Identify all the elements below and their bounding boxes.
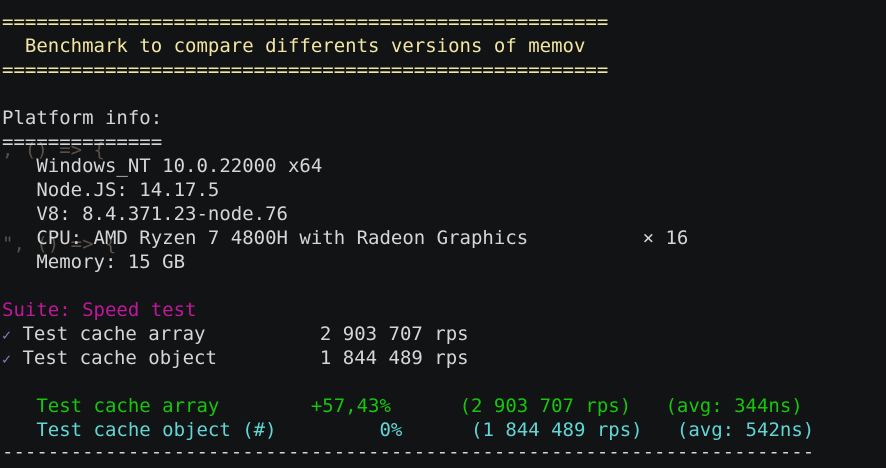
platform-cpu: CPU: AMD Ryzen 7 4800H with Radeon Graph… [2, 227, 689, 249]
summary-delta: +57,43% [219, 395, 391, 417]
platform-v8: V8: 8.4.371.23-node.76 [2, 203, 288, 225]
summary-name: Test cache array [2, 395, 220, 417]
footer-rule: ----------------------------------------… [2, 441, 815, 463]
result-row-cache-array: ✓ Test cache array 2 903 707 rps [2, 322, 469, 346]
summary-row-cache-array: Test cache array +57,43% (2 903 707 rps)… [2, 394, 803, 418]
summary-avg: (avg: 542ns) [642, 419, 815, 441]
result-row-cache-object: ✓ Test cache object 1 844 489 rps [2, 346, 469, 370]
summary-rps: (1 844 489 rps) [402, 419, 643, 441]
benchmark-title: Benchmark to compare differents versions… [2, 35, 586, 57]
result-text: Test cache array 2 903 707 rps [11, 323, 469, 345]
result-text: Test cache object 1 844 489 rps [11, 347, 469, 369]
terminal-window: ========================================… [0, 0, 886, 468]
check-icon: ✓ [2, 326, 12, 344]
platform-memory: Memory: 15 GB [2, 251, 186, 273]
header-rule-bottom: ========================================… [2, 59, 609, 81]
header-rule-top: ========================================… [2, 11, 609, 33]
platform-os: Windows_NT 10.0.22000 x64 [2, 155, 323, 177]
platform-rule: ============== [2, 131, 163, 153]
summary-avg: (avg: 344ns) [631, 395, 803, 417]
platform-heading: Platform info: [2, 107, 163, 129]
check-icon: ✓ [2, 350, 12, 368]
summary-row-cache-object: Test cache object (#) 0% (1 844 489 rps)… [2, 418, 814, 442]
suite-heading: Suite: Speed test [2, 299, 197, 321]
summary-name: Test cache object (#) [2, 419, 277, 441]
platform-node: Node.JS: 14.17.5 [2, 179, 220, 201]
summary-rps: (2 903 707 rps) [390, 395, 632, 417]
summary-delta: 0% [276, 419, 403, 441]
